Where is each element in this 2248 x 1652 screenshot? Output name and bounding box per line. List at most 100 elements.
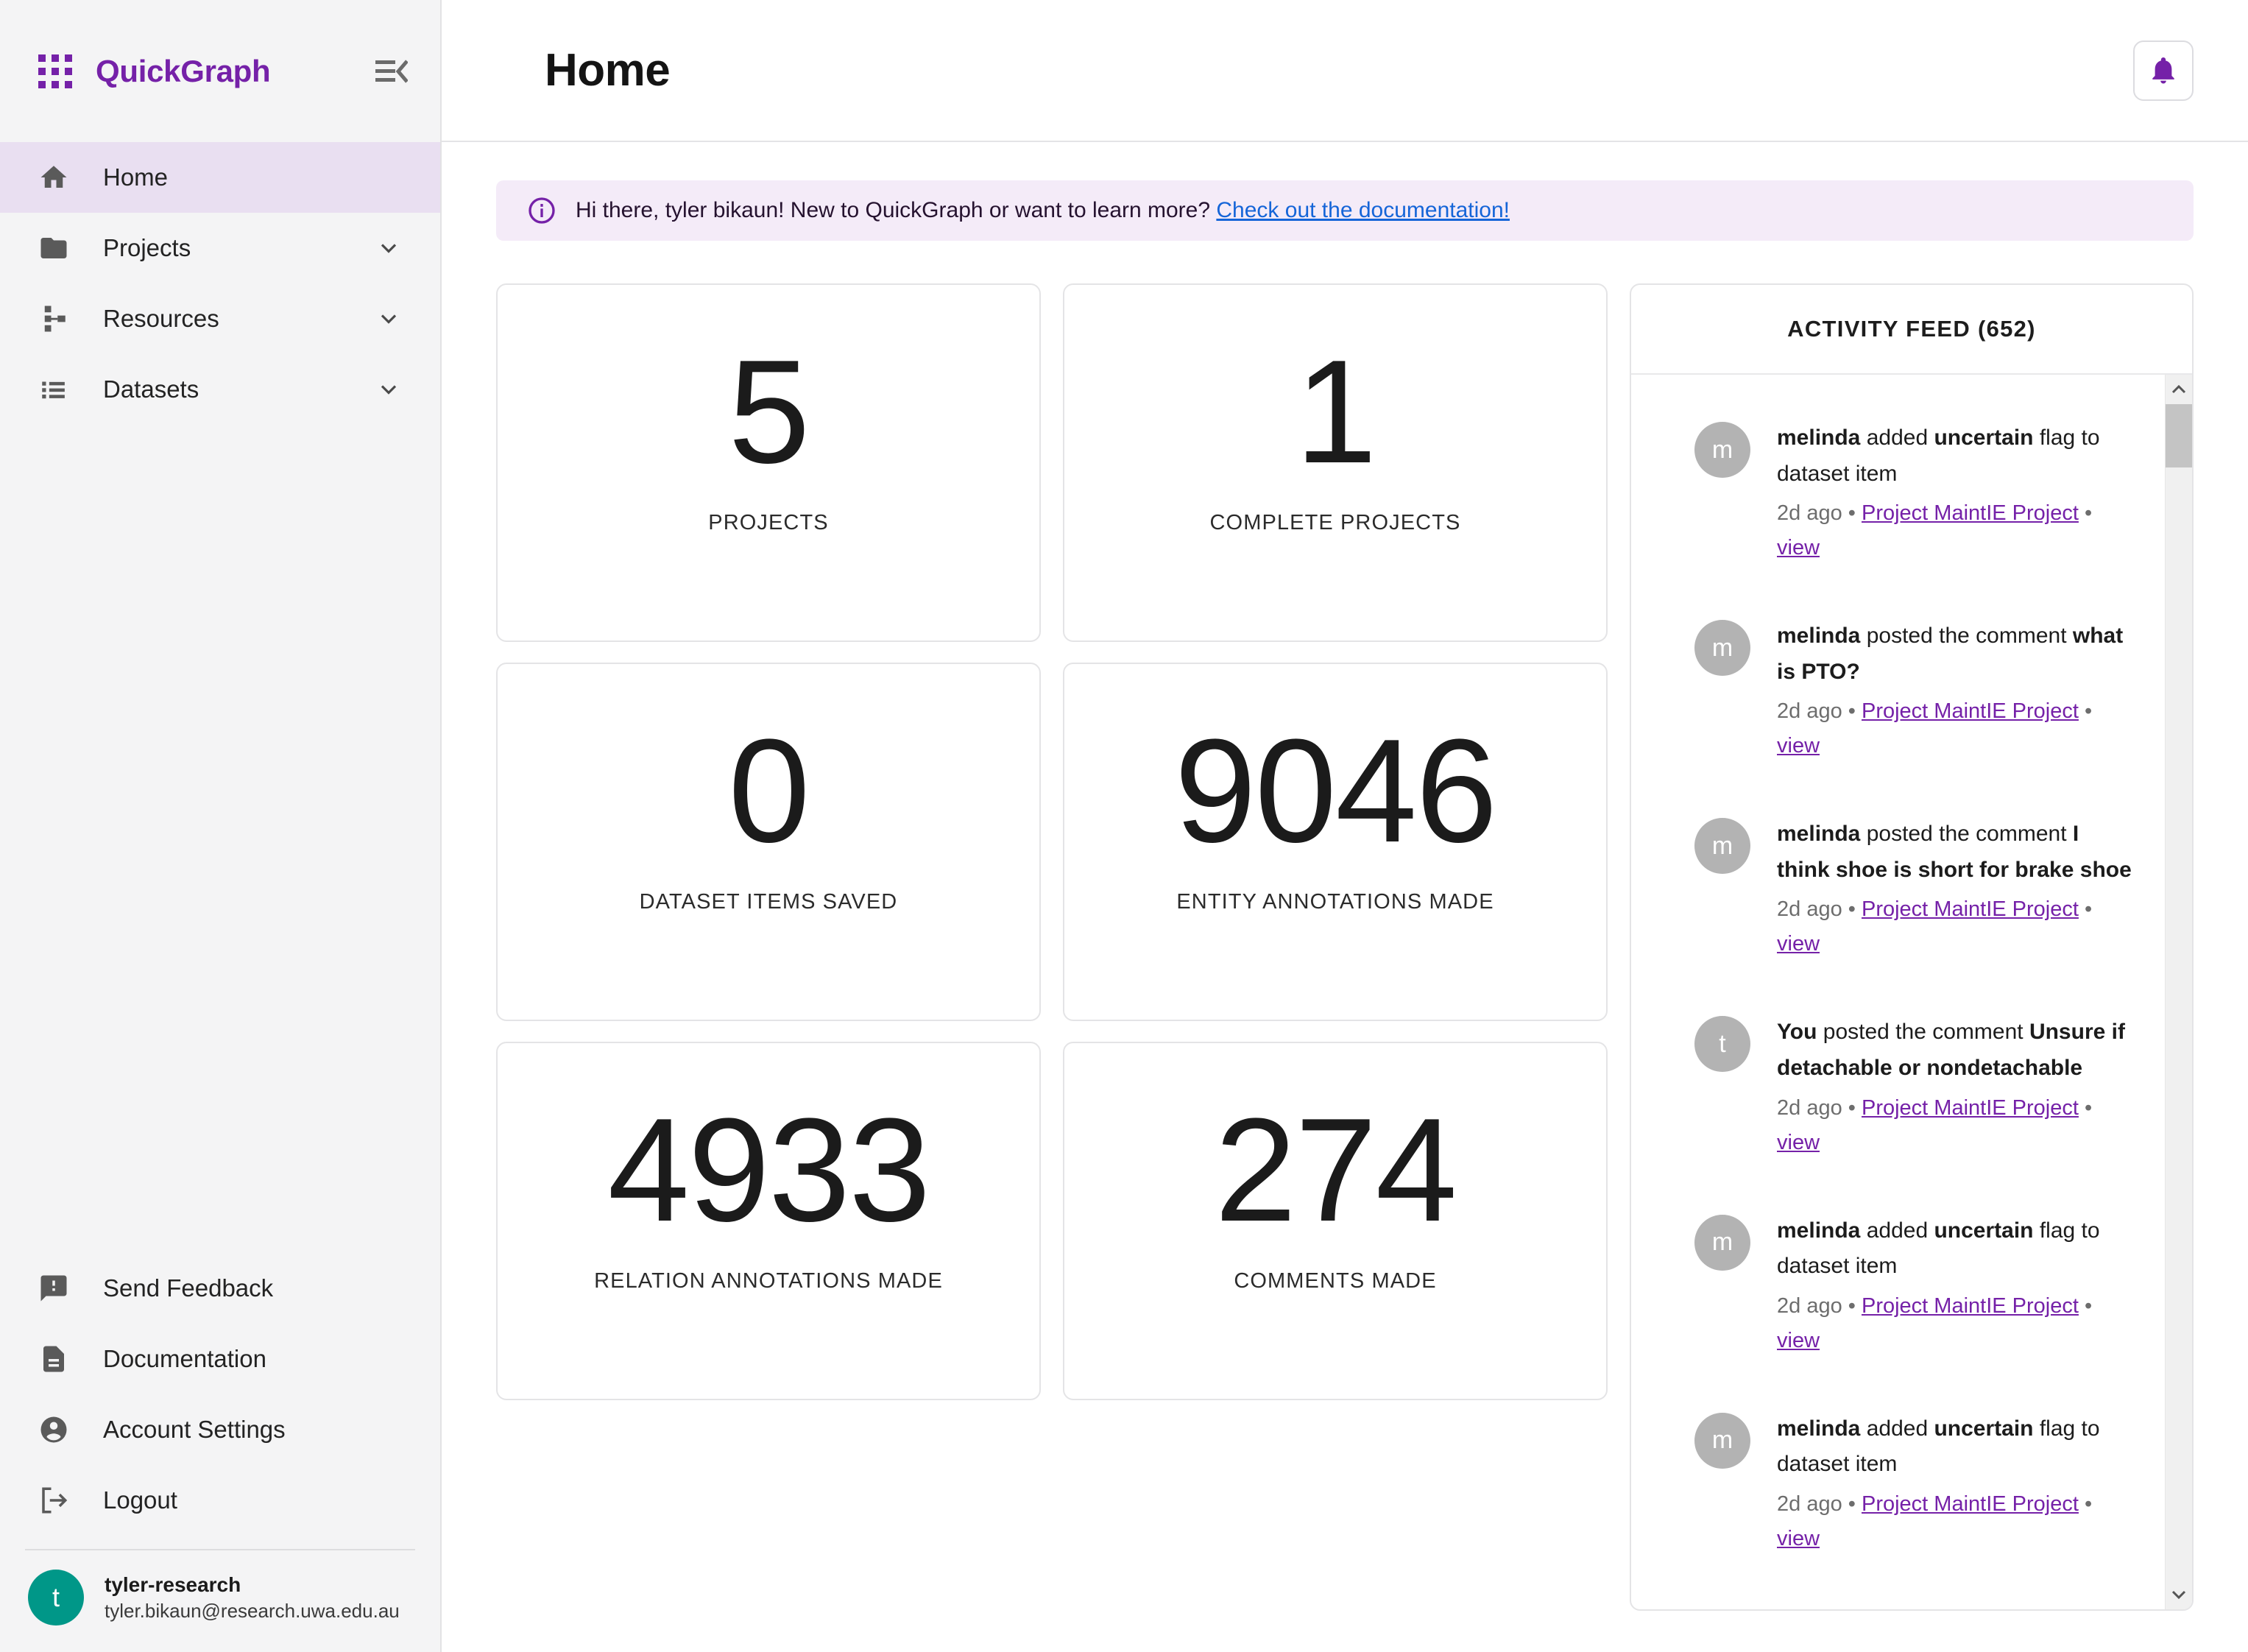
separator-dot: • [2079, 1492, 2092, 1516]
stat-value: 274 [1215, 1097, 1456, 1244]
stat-card-comments-made[interactable]: 274 COMMENTS MADE [1063, 1042, 1608, 1400]
sidebar-item-home[interactable]: Home [0, 142, 440, 213]
activity-actor: melinda [1777, 1416, 1860, 1441]
top-bar: Home [442, 0, 2248, 142]
sidebar-item-projects[interactable]: Projects [0, 213, 440, 283]
project-link[interactable]: Project MaintIE Project [1862, 1492, 2079, 1516]
notifications-button[interactable] [2133, 40, 2194, 101]
stat-label: RELATION ANNOTATIONS MADE [594, 1269, 943, 1293]
separator-dot: • [2079, 699, 2092, 723]
activity-timestamp: 2d ago [1777, 699, 1842, 723]
stat-card-projects[interactable]: 5 PROJECTS [496, 283, 1041, 642]
activity-feed-item: m melinda posted the comment what is PTO?… [1694, 618, 2135, 763]
stat-value: 5 [728, 339, 808, 486]
chevron-down-icon[interactable] [2166, 1580, 2192, 1609]
sidebar-item-datasets[interactable]: Datasets [0, 354, 440, 425]
activity-feed-item-meta: 2d ago • Project MaintIE Project • view [1777, 496, 2135, 565]
view-link[interactable]: view [1777, 734, 1820, 758]
chevron-down-icon[interactable] [375, 306, 402, 332]
activity-feed-item-text: melinda added uncertain flag to dataset … [1777, 420, 2135, 492]
avatar: t [28, 1570, 84, 1625]
activity-highlight: uncertain [1934, 1416, 2033, 1441]
sidebar-item-resources[interactable]: Resources [0, 283, 440, 354]
view-link[interactable]: view [1777, 932, 1820, 956]
activity-actor: melinda [1777, 624, 1860, 648]
sidebar-user-card[interactable]: t tyler-research tyler.bikaun@research.u… [0, 1550, 440, 1652]
activity-feed-item-text: melinda added uncertain flag to dataset … [1777, 1411, 2135, 1483]
activity-timestamp: 2d ago [1777, 897, 1842, 921]
stats-grid: 5 PROJECTS 1 COMPLETE PROJECTS 0 DATASET… [496, 283, 1608, 1400]
activity-feed-body: m melinda added uncertain flag to dataset… [1631, 375, 2192, 1609]
sidebar-item-label: Documentation [103, 1345, 266, 1373]
grid-apps-icon [38, 54, 72, 88]
project-link[interactable]: Project MaintIE Project [1862, 1294, 2079, 1318]
folder-icon [38, 233, 77, 264]
logout-icon [38, 1485, 77, 1516]
sidebar-item-send-feedback[interactable]: Send Feedback [0, 1253, 440, 1324]
view-link[interactable]: view [1777, 1329, 1820, 1352]
view-link[interactable]: view [1777, 1131, 1820, 1154]
activity-feed-item-body: melinda added uncertain flag to dataset … [1777, 1411, 2135, 1556]
separator-dot: • [1842, 501, 1862, 525]
stat-label: PROJECTS [708, 511, 829, 535]
activity-feed-item-body: melinda posted the comment I think shoe … [1777, 816, 2135, 961]
banner-message: Hi there, tyler bikaun! New to QuickGrap… [576, 198, 1210, 222]
view-link[interactable]: view [1777, 536, 1820, 560]
activity-feed-item-text: melinda posted the comment I think shoe … [1777, 816, 2135, 888]
avatar: m [1694, 620, 1750, 676]
avatar: m [1694, 1413, 1750, 1469]
sidebar-item-logout[interactable]: Logout [0, 1465, 440, 1536]
scrollbar-track[interactable] [2166, 404, 2192, 1580]
separator-dot: • [1842, 1096, 1862, 1120]
sidebar-item-label: Projects [103, 234, 191, 262]
avatar: m [1694, 422, 1750, 478]
stat-card-relation-annotations-made[interactable]: 4933 RELATION ANNOTATIONS MADE [496, 1042, 1041, 1400]
project-link[interactable]: Project MaintIE Project [1862, 699, 2079, 723]
content-area: Hi there, tyler bikaun! New to QuickGrap… [442, 142, 2248, 1652]
sidebar-footer-nav: Send Feedback Documentation Account Sett… [0, 1253, 440, 1536]
activity-actor: melinda [1777, 1218, 1860, 1243]
separator-dot: • [1842, 699, 1862, 723]
stat-card-dataset-items-saved[interactable]: 0 DATASET ITEMS SAVED [496, 663, 1041, 1021]
chevron-down-icon[interactable] [375, 376, 402, 403]
hierarchy-icon [38, 303, 77, 334]
activity-feed-item: m melinda added uncertain flag to dataset… [1694, 420, 2135, 565]
dashboard-board: 5 PROJECTS 1 COMPLETE PROJECTS 0 DATASET… [496, 283, 2194, 1611]
activity-feed-list[interactable]: m melinda added uncertain flag to dataset… [1631, 375, 2165, 1609]
activity-feed-item-body: melinda posted the comment what is PTO?2… [1777, 618, 2135, 763]
sidebar-item-account-settings[interactable]: Account Settings [0, 1394, 440, 1465]
avatar: m [1694, 1215, 1750, 1271]
scrollbar-thumb[interactable] [2166, 404, 2192, 467]
separator-dot: • [1842, 1294, 1862, 1318]
sidebar-item-documentation[interactable]: Documentation [0, 1324, 440, 1394]
activity-feed-item-body: melinda added uncertain flag to dataset … [1777, 1213, 2135, 1358]
activity-feed-title: ACTIVITY FEED (652) [1787, 316, 2036, 342]
user-name: tyler-research [105, 1571, 400, 1599]
feedback-icon [38, 1273, 77, 1304]
separator-dot: • [1842, 1492, 1862, 1516]
main-area: Home Hi there, tyler bikaun! New to Quic… [442, 0, 2248, 1652]
list-icon [38, 374, 77, 405]
project-link[interactable]: Project MaintIE Project [1862, 897, 2079, 921]
activity-feed-scrollbar[interactable] [2165, 375, 2192, 1609]
separator-dot: • [2079, 501, 2092, 525]
project-link[interactable]: Project MaintIE Project [1862, 1096, 2079, 1120]
stat-card-complete-projects[interactable]: 1 COMPLETE PROJECTS [1063, 283, 1608, 642]
menu-collapse-icon[interactable] [371, 51, 412, 92]
project-link[interactable]: Project MaintIE Project [1862, 501, 2079, 525]
documentation-link[interactable]: Check out the documentation! [1216, 198, 1510, 222]
separator-dot: • [1842, 897, 1862, 921]
activity-action-pre: posted the comment [1860, 822, 2073, 846]
separator-dot: • [2079, 897, 2092, 921]
stat-card-entity-annotations-made[interactable]: 9046 ENTITY ANNOTATIONS MADE [1063, 663, 1608, 1021]
bell-icon [2148, 55, 2179, 86]
activity-action-pre: posted the comment [1860, 624, 2073, 648]
chevron-up-icon[interactable] [2166, 375, 2192, 404]
activity-action-pre: added [1860, 1218, 1934, 1243]
activity-feed-item-meta: 2d ago • Project MaintIE Project • view [1777, 1091, 2135, 1160]
chevron-down-icon[interactable] [375, 235, 402, 261]
user-email: tyler.bikaun@research.uwa.edu.au [105, 1598, 400, 1624]
stat-label: COMMENTS MADE [1234, 1269, 1436, 1293]
view-link[interactable]: view [1777, 1527, 1820, 1550]
user-meta: tyler-research tyler.bikaun@research.uwa… [105, 1571, 400, 1625]
